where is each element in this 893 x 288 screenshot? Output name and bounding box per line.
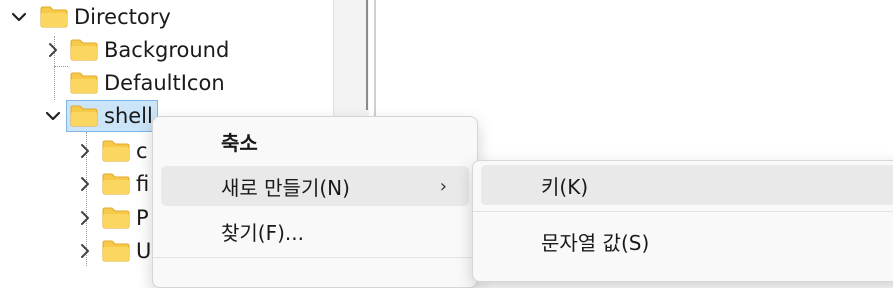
menu-item-label: 문자열 값(S) — [541, 230, 650, 255]
tree-node-label: c — [136, 139, 148, 163]
menu-item-label: 찾기(F)... — [221, 220, 304, 245]
menu-item-find[interactable]: 찾기(F)... — [161, 211, 469, 251]
context-menu: 축소 새로 만들기(N) › 찾기(F)... — [152, 116, 478, 288]
menu-item-new-key[interactable]: 키(K) — [481, 165, 893, 205]
menu-item-label: 키(K) — [541, 174, 589, 199]
menu-item-new-string-value[interactable]: 문자열 값(S) — [481, 221, 893, 261]
tree-node-label: Background — [104, 38, 230, 62]
folder-icon — [70, 39, 98, 61]
tree-node-shell-child[interactable]: c — [76, 136, 148, 166]
tree-node-shell-child[interactable]: U — [76, 236, 151, 266]
menu-separator — [473, 211, 893, 212]
chevron-right-icon: › — [439, 175, 447, 197]
new-submenu: 키(K) 문자열 값(S) — [472, 160, 893, 282]
folder-icon — [102, 173, 130, 195]
tree-node-label: DefaultIcon — [104, 71, 225, 95]
tree-node-shell-child[interactable]: fi — [76, 169, 149, 199]
chevron-down-icon[interactable] — [44, 107, 62, 125]
chevron-right-icon[interactable] — [76, 242, 94, 260]
tree-node-label: shell — [104, 104, 153, 128]
tree-node-background[interactable]: Background — [44, 35, 229, 65]
folder-icon — [102, 240, 130, 262]
folder-icon — [70, 72, 98, 94]
tree-node-label: fi — [136, 172, 150, 196]
folder-icon — [70, 105, 98, 127]
chevron-right-icon[interactable] — [76, 175, 94, 193]
tree-node-defaulticon[interactable]: DefaultIcon — [70, 68, 225, 98]
folder-icon — [40, 6, 68, 28]
chevron-right-icon[interactable] — [44, 41, 62, 59]
tree-node-label: Directory — [74, 5, 171, 29]
tree-node-shell-child[interactable]: P — [76, 203, 149, 233]
tree-guide-line — [54, 66, 68, 67]
tree-node-directory[interactable]: Directory — [10, 2, 171, 32]
menu-item-new[interactable]: 새로 만들기(N) › — [161, 166, 469, 206]
tree-node-shell[interactable]: shell — [44, 101, 153, 131]
tree-scrollbar-thumb[interactable] — [366, 0, 368, 110]
menu-item-label: 새로 만들기(N) — [221, 175, 350, 200]
chevron-right-icon[interactable] — [76, 142, 94, 160]
folder-icon — [102, 140, 130, 162]
chevron-down-icon[interactable] — [10, 8, 28, 26]
tree-node-label: U — [136, 239, 152, 263]
tree-node-label: P — [136, 206, 149, 230]
chevron-right-icon[interactable] — [76, 209, 94, 227]
menu-item-collapse[interactable]: 축소 — [161, 121, 469, 161]
menu-item-label: 축소 — [221, 130, 258, 155]
folder-icon — [102, 207, 130, 229]
menu-separator — [153, 257, 477, 258]
